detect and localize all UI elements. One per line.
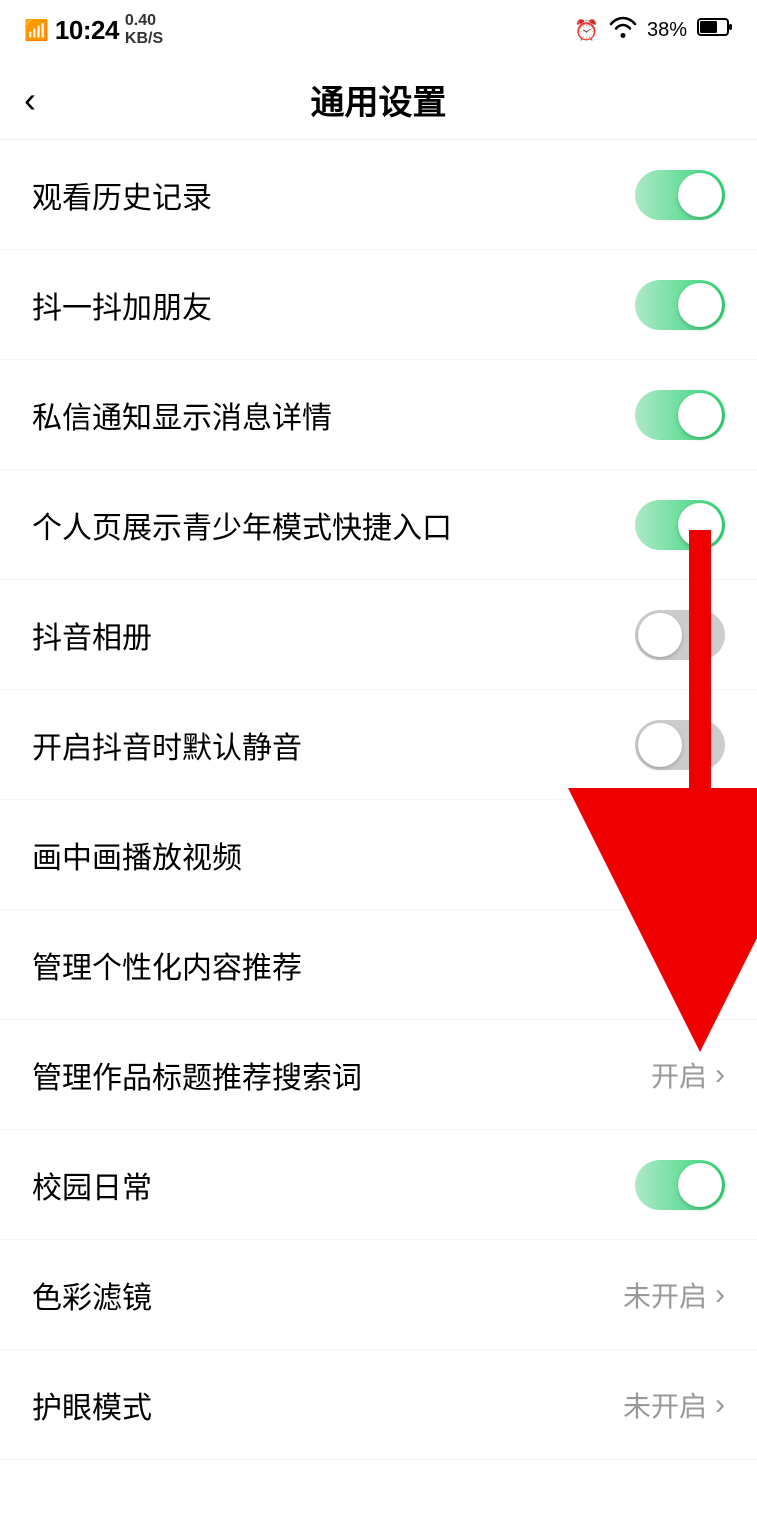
toggle-knob-album <box>638 613 682 657</box>
wifi-icon <box>609 16 637 44</box>
settings-label-shake-add-friends: 抖一抖加朋友 <box>32 283 635 327</box>
status-arrow-eye-care: 未开启› <box>623 1385 725 1425</box>
settings-item-eye-care[interactable]: 护眼模式未开启› <box>0 1350 757 1460</box>
settings-label-campus: 校园日常 <box>32 1163 635 1207</box>
settings-item-dm-notification[interactable]: 私信通知显示消息详情 <box>0 360 757 470</box>
toggle-knob-youth-mode <box>678 503 722 547</box>
toggle-knob-history <box>678 173 722 217</box>
chevron-pip: › <box>715 838 725 872</box>
settings-item-color-filter[interactable]: 色彩滤镜未开启› <box>0 1240 757 1350</box>
settings-item-youth-mode[interactable]: 个人页展示青少年模式快捷入口 <box>0 470 757 580</box>
status-text-color-filter: 未开启 <box>623 1275 707 1315</box>
settings-item-personalized[interactable]: 管理个性化内容推荐› <box>0 910 757 1020</box>
toggle-campus[interactable] <box>635 1160 725 1210</box>
network-speed: 0.40 KB/S <box>125 12 163 47</box>
settings-label-mute: 开启抖音时默认静音 <box>32 723 635 767</box>
toggle-knob-campus <box>678 1163 722 1207</box>
toggle-history[interactable] <box>635 170 725 220</box>
status-text-search-suggest: 开启 <box>651 1055 707 1095</box>
settings-label-search-suggest: 管理作品标题推荐搜索词 <box>32 1053 651 1097</box>
settings-list: 观看历史记录抖一抖加朋友私信通知显示消息详情个人页展示青少年模式快捷入口抖音相册… <box>0 140 757 1460</box>
toggle-dm-notification[interactable] <box>635 390 725 440</box>
status-right: ⏰ 38% <box>574 16 733 44</box>
chevron-search-suggest: › <box>715 1058 725 1092</box>
alarm-icon: ⏰ <box>574 18 599 43</box>
signal-icon: 📶 <box>24 18 49 43</box>
battery-icon <box>697 17 733 43</box>
settings-label-dm-notification: 私信通知显示消息详情 <box>32 393 635 437</box>
header: ‹ 通用设置 <box>0 60 757 140</box>
toggle-knob-dm-notification <box>678 393 722 437</box>
toggle-knob-mute <box>638 723 682 767</box>
settings-label-pip: 画中画播放视频 <box>32 833 715 877</box>
settings-item-history[interactable]: 观看历史记录 <box>0 140 757 250</box>
settings-label-color-filter: 色彩滤镜 <box>32 1273 623 1317</box>
settings-label-history: 观看历史记录 <box>32 173 635 217</box>
status-time: 10:24 <box>55 15 119 46</box>
settings-item-album[interactable]: 抖音相册 <box>0 580 757 690</box>
settings-label-eye-care: 护眼模式 <box>32 1383 623 1427</box>
settings-item-mute[interactable]: 开启抖音时默认静音 <box>0 690 757 800</box>
settings-label-album: 抖音相册 <box>32 613 635 657</box>
settings-label-youth-mode: 个人页展示青少年模式快捷入口 <box>32 503 635 547</box>
chevron-color-filter: › <box>715 1278 725 1312</box>
status-text-eye-care: 未开启 <box>623 1385 707 1425</box>
toggle-knob-shake-add-friends <box>678 283 722 327</box>
back-button[interactable]: ‹ <box>24 82 36 118</box>
settings-item-pip[interactable]: 画中画播放视频› <box>0 800 757 910</box>
chevron-personalized: › <box>715 948 725 982</box>
battery-percent: 38% <box>647 19 687 42</box>
status-bar: 📶 10:24 0.40 KB/S ⏰ 38% <box>0 0 757 60</box>
settings-item-search-suggest[interactable]: 管理作品标题推荐搜索词开启› <box>0 1020 757 1130</box>
status-arrow-color-filter: 未开启› <box>623 1275 725 1315</box>
page-title: 通用设置 <box>311 75 447 124</box>
toggle-youth-mode[interactable] <box>635 500 725 550</box>
settings-label-personalized: 管理个性化内容推荐 <box>32 943 715 987</box>
settings-item-campus[interactable]: 校园日常 <box>0 1130 757 1240</box>
toggle-shake-add-friends[interactable] <box>635 280 725 330</box>
status-left: 📶 10:24 0.40 KB/S <box>24 12 163 47</box>
toggle-album[interactable] <box>635 610 725 660</box>
status-arrow-search-suggest: 开启› <box>651 1055 725 1095</box>
chevron-eye-care: › <box>715 1388 725 1422</box>
settings-item-shake-add-friends[interactable]: 抖一抖加朋友 <box>0 250 757 360</box>
toggle-mute[interactable] <box>635 720 725 770</box>
